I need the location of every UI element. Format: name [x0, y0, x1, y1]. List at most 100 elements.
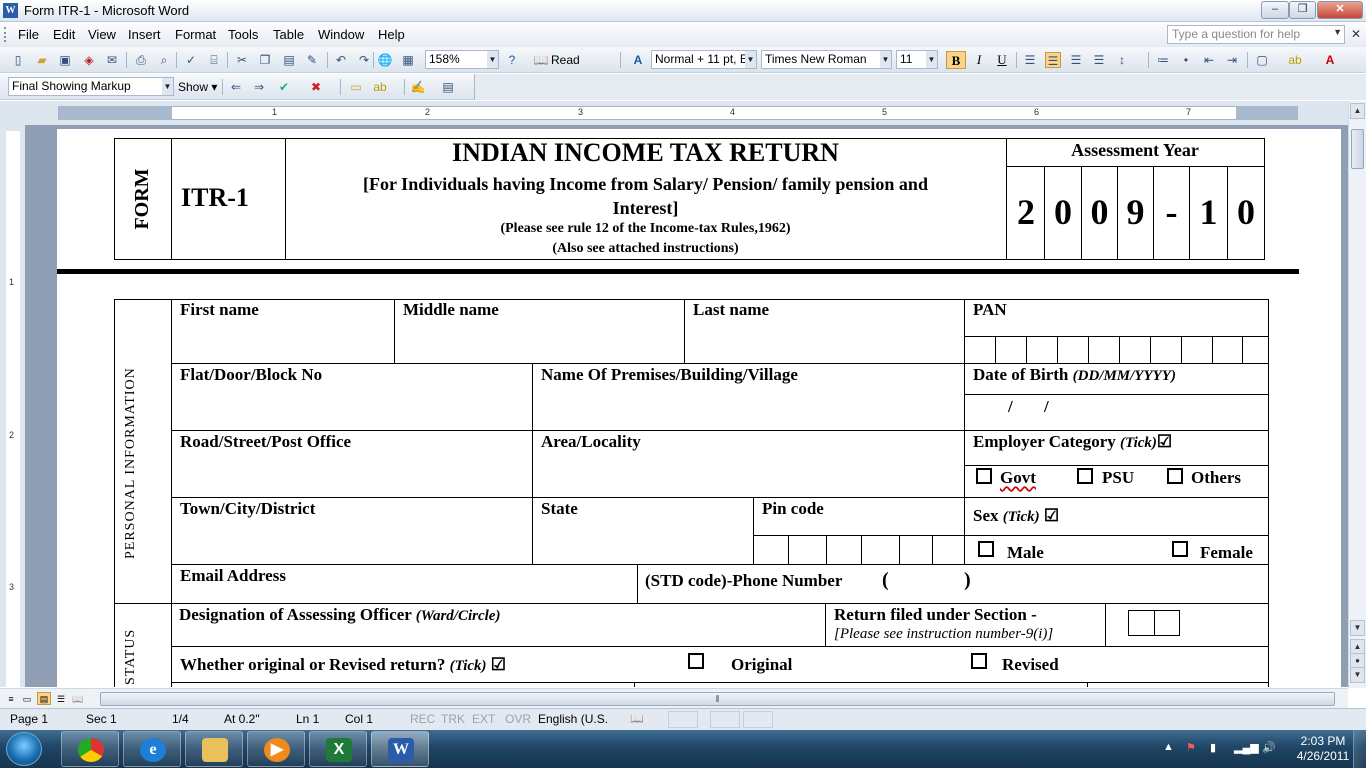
open-folder-icon[interactable]: ▰	[34, 52, 50, 68]
print-layout-icon[interactable]: ▤	[37, 692, 51, 705]
menu-window[interactable]: Window	[318, 27, 364, 42]
menu-format[interactable]: Format	[175, 27, 216, 42]
female-checkbox[interactable]	[1172, 541, 1188, 557]
taskbar-chrome[interactable]	[61, 731, 119, 767]
justify-icon[interactable]: ☰	[1091, 52, 1107, 68]
original-checkbox[interactable]	[688, 653, 704, 669]
taskbar-word[interactable]: W	[371, 731, 429, 767]
close-button[interactable]: ✕	[1317, 1, 1363, 19]
show-menu-button[interactable]: Show ▾	[178, 80, 217, 94]
increase-indent-icon[interactable]: ⇥	[1224, 52, 1240, 68]
style-select[interactable]: Normal + 11 pt, E ▼	[651, 50, 757, 69]
menu-help[interactable]: Help	[378, 27, 405, 42]
document-page[interactable]: FORM ITR-1 INDIAN INCOME TAX RETURN [For…	[57, 129, 1341, 687]
male-checkbox[interactable]	[978, 541, 994, 557]
govt-checkbox[interactable]	[976, 468, 992, 484]
zoom-select[interactable]: 158% ▼	[425, 50, 499, 69]
reviewing-pane-icon[interactable]: ▤	[440, 79, 456, 95]
italic-button[interactable]: I	[969, 51, 989, 69]
numbering-icon[interactable]: ≔	[1155, 52, 1171, 68]
accept-change-icon[interactable]: ✔	[276, 79, 292, 95]
previous-change-icon[interactable]: ⇐	[228, 79, 244, 95]
research-icon[interactable]: ⌸	[206, 52, 222, 68]
section-code-boxes[interactable]	[1128, 610, 1180, 636]
font-color-icon[interactable]: A	[1322, 52, 1338, 68]
track-changes-indicator[interactable]: TRK	[441, 712, 465, 726]
overtype-indicator[interactable]: OVR	[505, 712, 531, 726]
email-icon[interactable]: ✉	[104, 52, 120, 68]
underline-button[interactable]: U	[992, 51, 1012, 69]
font-size-select[interactable]: 11 ▼	[896, 50, 938, 69]
copy-icon[interactable]: ❐	[257, 52, 273, 68]
extend-selection-indicator[interactable]: EXT	[472, 712, 495, 726]
show-hidden-icons[interactable]: ▲	[1163, 741, 1174, 753]
document-close-icon[interactable]: ✕	[1351, 27, 1361, 41]
new-document-icon[interactable]: ▯	[10, 52, 26, 68]
revised-checkbox[interactable]	[971, 653, 987, 669]
bold-button[interactable]: B	[946, 51, 966, 69]
menu-view[interactable]: View	[88, 27, 116, 42]
scroll-up-icon[interactable]: ▲	[1350, 103, 1365, 119]
system-clock[interactable]: 2:03 PM 4/26/2011	[1288, 734, 1358, 764]
highlight-icon[interactable]: ab	[1287, 52, 1303, 68]
next-change-icon[interactable]: ⇒	[251, 79, 267, 95]
undo-icon[interactable]: ↶	[333, 52, 349, 68]
new-comment-icon[interactable]: ▭	[348, 79, 364, 95]
word-app-icon[interactable]: W	[3, 3, 18, 18]
document-area[interactable]: FORM ITR-1 INDIAN INCOME TAX RETURN [For…	[25, 125, 1348, 687]
reading-layout-icon[interactable]: 📖	[71, 692, 85, 705]
taskbar-explorer[interactable]	[185, 731, 243, 767]
menu-insert[interactable]: Insert	[128, 27, 161, 42]
save-icon[interactable]: ▣	[57, 52, 73, 68]
volume-icon[interactable]: 🔊	[1262, 741, 1276, 754]
cut-icon[interactable]: ✂	[234, 52, 250, 68]
chevron-down-icon[interactable]: ▼	[745, 51, 756, 68]
paste-icon[interactable]: ▤	[281, 52, 297, 68]
borders-icon[interactable]: ▢	[1254, 52, 1270, 68]
markup-display-select[interactable]: Final Showing Markup ▼	[8, 77, 174, 96]
start-button[interactable]	[6, 732, 42, 766]
help-icon[interactable]: ?	[504, 52, 520, 68]
permission-icon[interactable]: ◈	[81, 52, 97, 68]
web-layout-icon[interactable]: ▭	[20, 692, 34, 705]
bullets-icon[interactable]: •	[1178, 52, 1194, 68]
maximize-button[interactable]: ❐	[1289, 1, 1316, 19]
redo-icon[interactable]: ↷	[356, 52, 372, 68]
highlight-review-icon[interactable]: ab	[372, 79, 388, 95]
horizontal-scroll-thumb[interactable]: ⦀	[100, 692, 1335, 706]
toolbar-grip[interactable]	[4, 27, 7, 42]
align-center-icon[interactable]: ☰	[1045, 52, 1061, 68]
action-center-icon[interactable]: ⚑	[1186, 741, 1196, 754]
menu-edit[interactable]: Edit	[53, 27, 75, 42]
line-spacing-icon[interactable]: ↕	[1114, 52, 1130, 68]
others-checkbox[interactable]	[1167, 468, 1183, 484]
language-indicator[interactable]: English (U.S.	[538, 712, 608, 726]
taskbar-excel[interactable]: X	[309, 731, 367, 767]
align-left-icon[interactable]: ☰	[1022, 52, 1038, 68]
align-right-icon[interactable]: ☰	[1068, 52, 1084, 68]
spelling-icon[interactable]: ✓	[183, 52, 199, 68]
menu-file[interactable]: File	[18, 27, 39, 42]
print-icon[interactable]: ⎙	[133, 52, 149, 68]
chevron-down-icon[interactable]: ▼	[487, 51, 498, 68]
spelling-status-icon[interactable]: 📖	[630, 712, 644, 725]
read-icon[interactable]: 📖	[533, 52, 549, 68]
psu-checkbox[interactable]	[1077, 468, 1093, 484]
horizontal-ruler[interactable]: 1 2 3 4 5 6 7	[0, 101, 1366, 125]
taskbar-internet-explorer[interactable]: e	[123, 731, 181, 767]
ask-question-input[interactable]: Type a question for help ▼	[1167, 25, 1345, 44]
vertical-ruler[interactable]: 1 2 3	[0, 125, 25, 687]
scroll-thumb[interactable]	[1351, 129, 1364, 169]
chevron-down-icon[interactable]: ▼	[1333, 27, 1342, 37]
scroll-down-icon[interactable]: ▼	[1350, 620, 1365, 636]
read-button[interactable]: Read	[551, 53, 580, 67]
minimize-button[interactable]: –	[1261, 1, 1289, 19]
menu-tools[interactable]: Tools	[228, 27, 258, 42]
power-icon[interactable]: ▮	[1210, 741, 1216, 754]
menu-table[interactable]: Table	[273, 27, 304, 42]
network-icon[interactable]: ▂▄▆	[1234, 741, 1259, 754]
chevron-down-icon[interactable]: ▼	[162, 78, 173, 95]
format-painter-icon[interactable]: ✎	[304, 52, 320, 68]
styles-formatting-icon[interactable]: A	[630, 52, 646, 68]
vertical-scrollbar[interactable]: ▲ ▼ ▲ ● ▼	[1348, 101, 1366, 688]
